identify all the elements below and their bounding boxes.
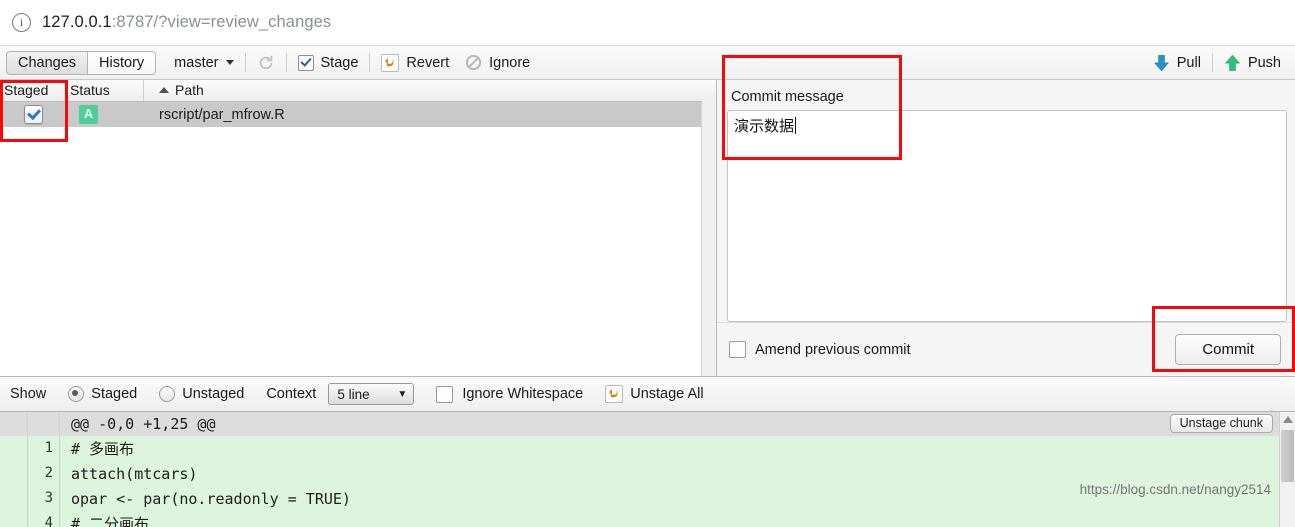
diff-line-text: # 多画布: [71, 440, 135, 458]
diff-scrollbar[interactable]: [1279, 412, 1295, 527]
scrollbar-thumb[interactable]: [1281, 430, 1294, 482]
toolbar-divider: [1211, 53, 1213, 72]
file-list-pane: Staged Status Path A rscript/par_mfrow.R: [0, 80, 717, 376]
tab-changes[interactable]: Changes: [6, 50, 89, 75]
toolbar-right-group: Pull Push: [1145, 50, 1289, 76]
table-row[interactable]: A rscript/par_mfrow.R: [0, 102, 716, 127]
revert-arrow-icon: [381, 53, 400, 72]
refresh-icon: [259, 55, 272, 69]
url-path: :8787/?view=review_changes: [111, 13, 332, 31]
revert-label: Revert: [406, 54, 450, 71]
diff-line[interactable]: 1 # 多画布: [0, 436, 1295, 461]
sort-ascending-icon: [159, 87, 169, 93]
branch-label: master: [174, 54, 219, 71]
diff-options-bar: Show Staged Unstaged Context 5 line ▼ Ig…: [0, 376, 1295, 412]
pull-button[interactable]: Pull: [1145, 50, 1209, 76]
revert-button[interactable]: Revert: [373, 50, 457, 76]
watermark-text: https://blog.csdn.net/nangy2514: [1079, 482, 1271, 497]
diff-viewer: @@ -0,0 +1,25 @@ Unstage chunk 1 # 多画布 2…: [0, 412, 1295, 527]
staged-checkbox[interactable]: [23, 105, 43, 124]
unstage-all-button[interactable]: Unstage All: [630, 386, 703, 402]
branch-selector[interactable]: master: [166, 50, 241, 76]
context-label: Context: [266, 386, 317, 402]
git-toolbar: Changes History master Stage Revert Igno…: [0, 46, 1295, 80]
toolbar-divider: [244, 53, 246, 72]
diff-gutter-left: [0, 461, 28, 486]
show-label: Show: [10, 386, 47, 402]
pull-label: Pull: [1176, 54, 1201, 71]
diff-line[interactable]: 4 # 二分画布: [0, 511, 1295, 527]
diff-gutter-left: [0, 412, 28, 436]
column-header-path-label: Path: [175, 82, 204, 98]
url-host: 127.0.0.1: [42, 13, 112, 31]
row-status-cell: A: [66, 105, 144, 124]
radio-staged-label[interactable]: Staged: [91, 386, 137, 402]
status-badge: A: [79, 105, 98, 124]
radio-unstaged-label[interactable]: Unstaged: [182, 386, 244, 402]
browser-url-bar[interactable]: i 127.0.0.1:8787/?view=review_changes: [0, 0, 1295, 46]
arrow-down-icon: [1153, 54, 1169, 71]
row-path-cell: rscript/par_mfrow.R: [159, 106, 285, 123]
column-header-status[interactable]: Status: [66, 80, 144, 101]
diff-line-number: 4: [28, 511, 60, 527]
context-select[interactable]: 5 line ▼: [328, 383, 415, 405]
ignore-button[interactable]: Ignore: [457, 50, 538, 76]
context-select-value: 5 line: [337, 386, 370, 402]
ignore-whitespace-label[interactable]: Ignore Whitespace: [462, 386, 583, 402]
commit-message-label: Commit message: [731, 89, 844, 105]
file-list-header: Staged Status Path: [0, 80, 716, 102]
file-list-empty-area: [0, 127, 716, 376]
commit-footer: Amend previous commit Commit: [717, 322, 1295, 376]
unstage-chunk-button[interactable]: Unstage chunk: [1169, 414, 1273, 433]
url-text: 127.0.0.1:8787/?view=review_changes: [42, 13, 331, 32]
rstudio-git-review-changes-window: i 127.0.0.1:8787/?view=review_changes Ch…: [0, 0, 1295, 527]
view-tab-group: Changes History: [6, 50, 157, 75]
stage-label: Stage: [320, 54, 359, 71]
amend-checkbox[interactable]: [729, 341, 746, 358]
ignore-no-entry-icon: [466, 54, 482, 71]
push-button[interactable]: Push: [1216, 50, 1289, 76]
diff-line-number: 2: [28, 461, 60, 486]
diff-line-text: opar <- par(no.readonly = TRUE): [71, 489, 351, 508]
ignore-whitespace-checkbox[interactable]: [436, 385, 454, 403]
toolbar-divider: [285, 53, 287, 72]
commit-message-wrapper: 演示数据: [717, 110, 1295, 322]
revert-arrow-icon: [605, 385, 624, 403]
text-cursor: [795, 117, 797, 134]
chevron-down-icon: ▼: [397, 388, 408, 400]
commit-message-text: 演示数据: [734, 118, 795, 135]
diff-gutter-linenum: [28, 412, 60, 436]
radio-unstaged[interactable]: [159, 386, 176, 402]
check-icon: [297, 54, 314, 71]
main-split: Staged Status Path A rscript/par_mfrow.R: [0, 80, 1295, 376]
column-header-staged[interactable]: Staged: [0, 80, 66, 101]
diff-hunk-header[interactable]: @@ -0,0 +1,25 @@ Unstage chunk: [0, 412, 1295, 436]
file-list-scrollbar[interactable]: [701, 101, 716, 376]
diff-line-number: 1: [28, 436, 60, 461]
diff-gutter-left: [0, 436, 28, 461]
radio-staged[interactable]: [68, 386, 85, 402]
commit-button[interactable]: Commit: [1175, 334, 1281, 365]
tab-history[interactable]: History: [88, 50, 157, 75]
arrow-up-icon: [1224, 54, 1240, 71]
row-staged-checkbox-cell[interactable]: [0, 105, 66, 124]
push-label: Push: [1247, 54, 1281, 71]
chevron-down-icon: [225, 60, 234, 65]
commit-pane: Commit message 演示数据 Amend previous commi…: [717, 80, 1295, 376]
stage-button[interactable]: Stage: [290, 50, 367, 76]
scroll-up-arrow-icon[interactable]: [1282, 416, 1293, 423]
diff-hunk-range: @@ -0,0 +1,25 @@: [71, 415, 216, 433]
diff-line-number: 3: [28, 486, 60, 511]
ignore-label: Ignore: [489, 54, 531, 71]
info-circle-icon[interactable]: i: [12, 13, 31, 32]
refresh-button[interactable]: [249, 50, 283, 76]
diff-line-text: # 二分画布: [71, 515, 150, 527]
amend-label[interactable]: Amend previous commit: [755, 342, 911, 358]
toolbar-divider: [369, 53, 371, 72]
diff-gutter-left: [0, 511, 28, 527]
diff-gutter-left: [0, 486, 28, 511]
column-header-path[interactable]: Path: [144, 80, 716, 101]
diff-line-text: attach(mtcars): [71, 464, 198, 483]
commit-message-input[interactable]: 演示数据: [727, 110, 1287, 322]
